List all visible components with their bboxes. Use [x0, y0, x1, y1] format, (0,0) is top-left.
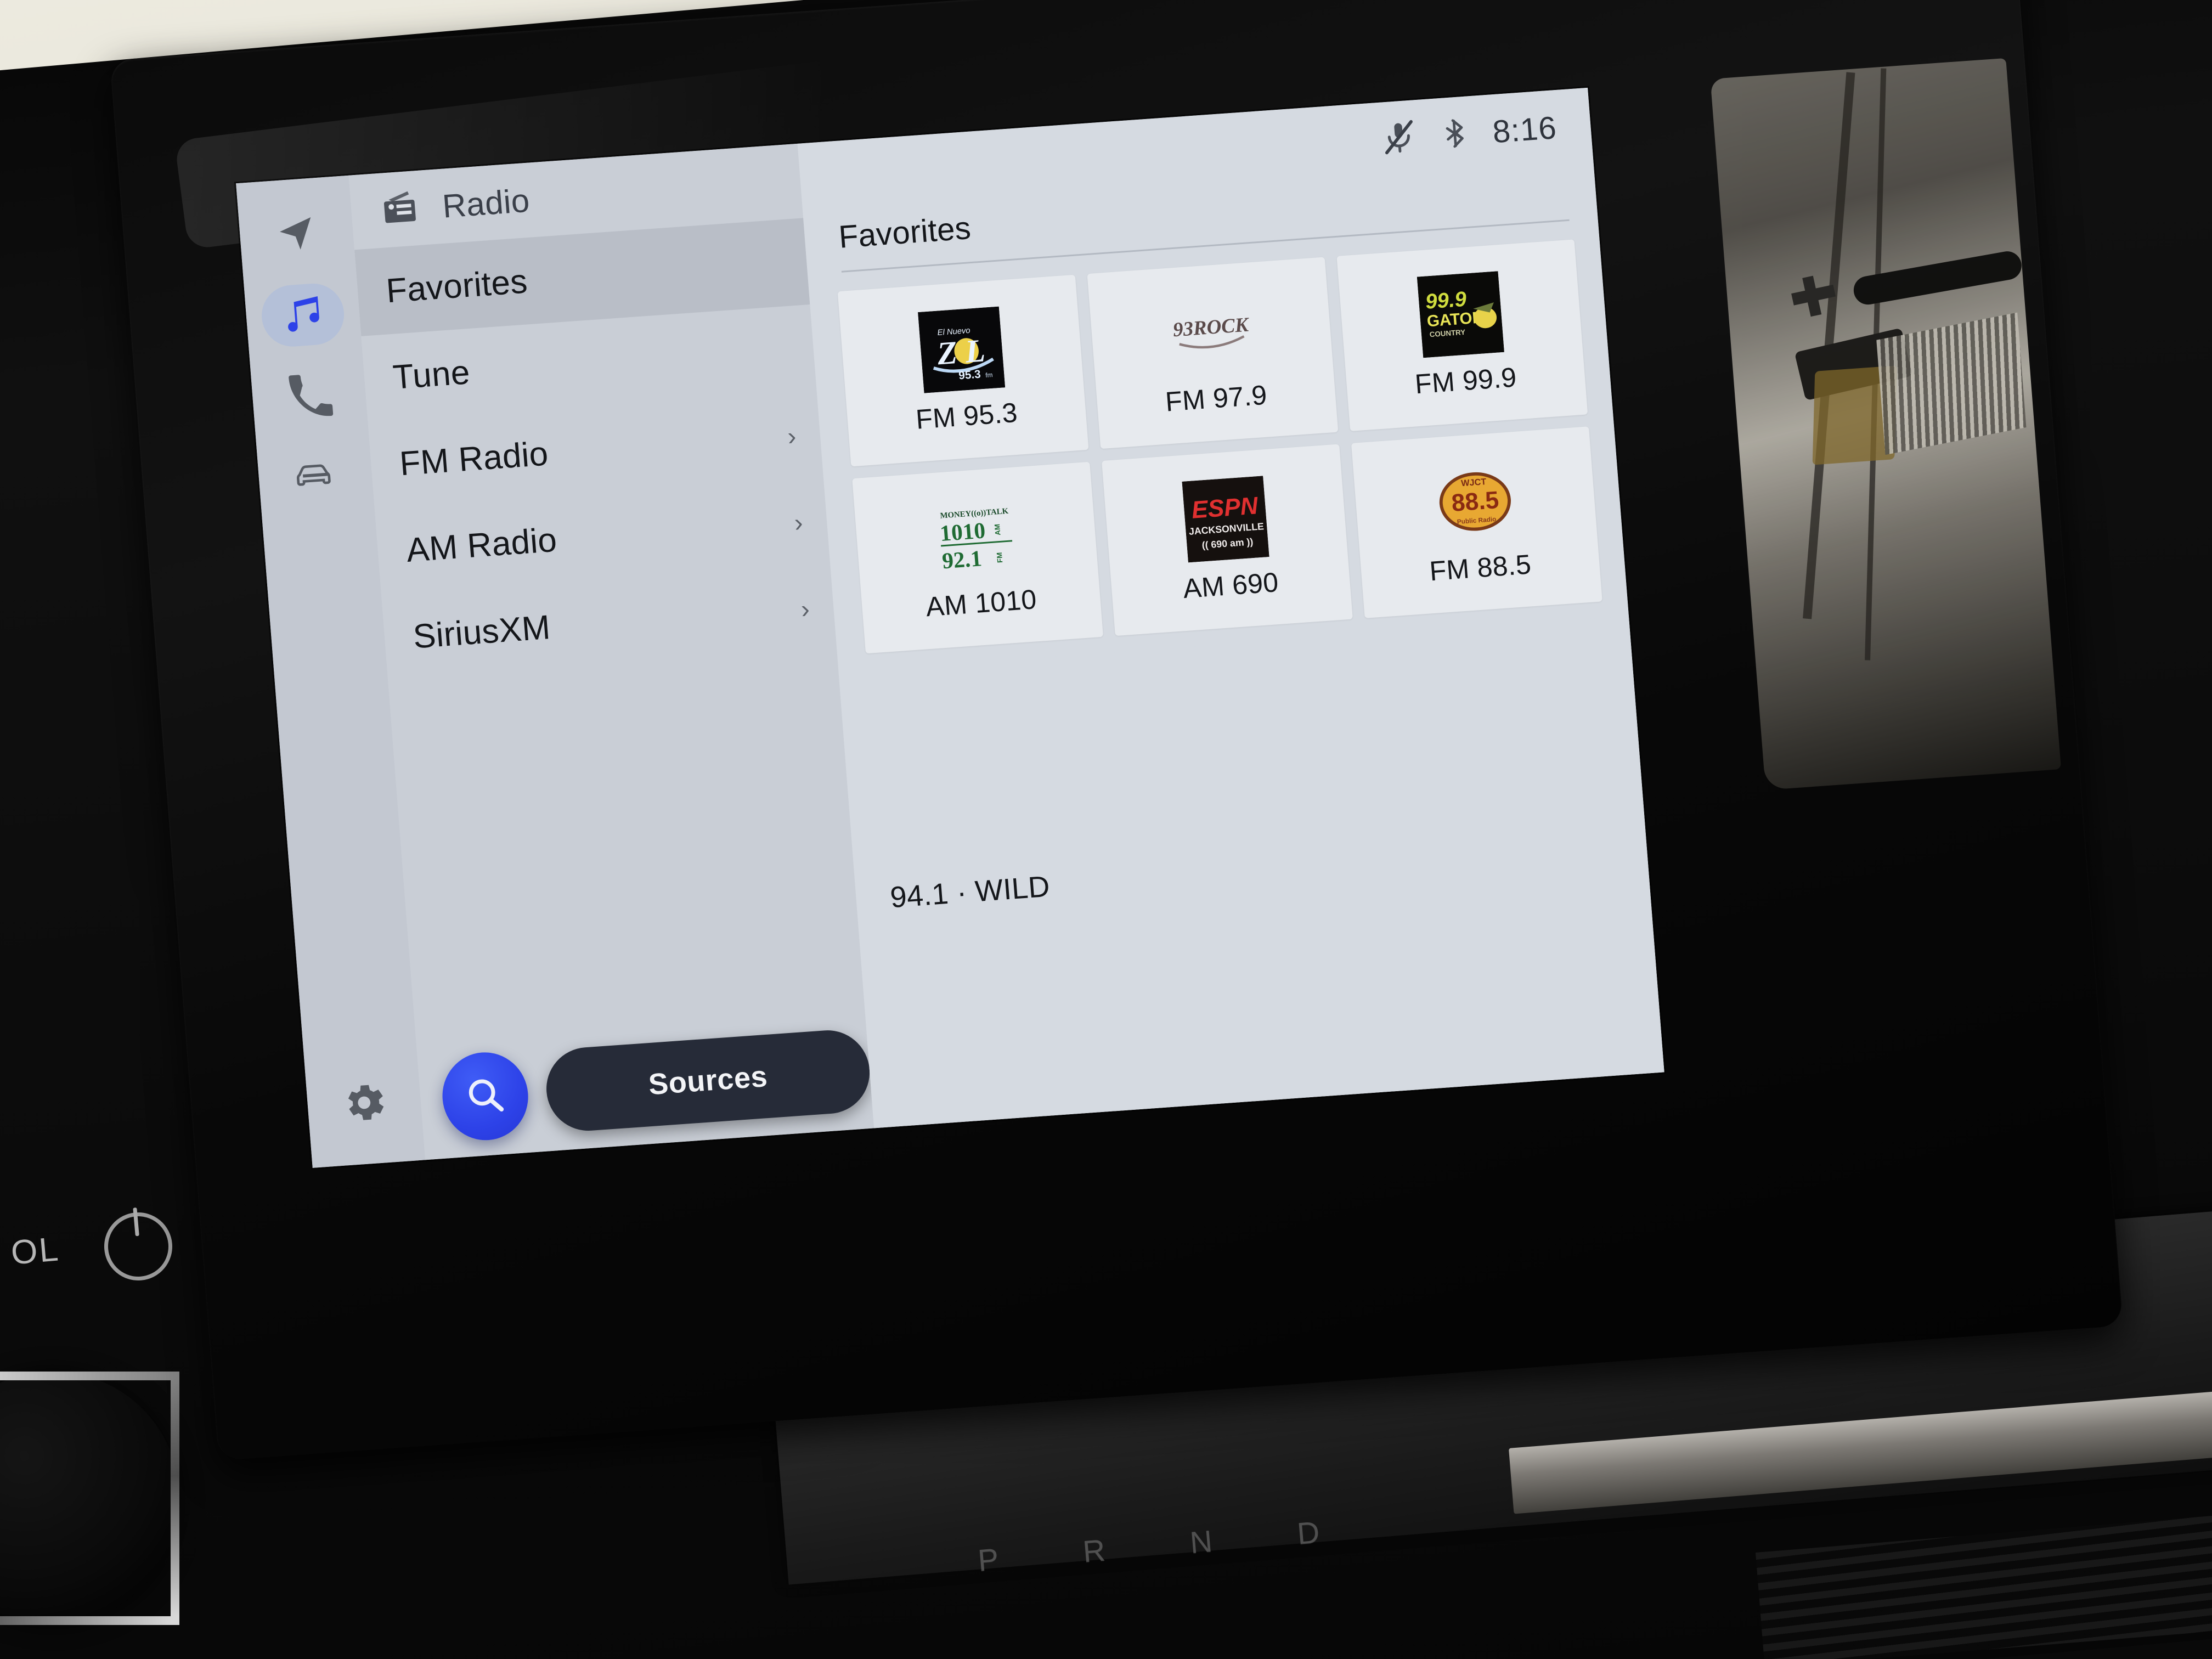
station-logo-wjct-88-5: WJCT 88.5 Public Radio: [1431, 458, 1519, 545]
preset-caption: FM 97.9: [1164, 379, 1268, 417]
preset-caption: FM 88.5: [1428, 549, 1532, 587]
gear-icon: [338, 1077, 391, 1128]
svg-text:WJCT: WJCT: [1461, 477, 1487, 488]
station-logo-el-nuevo-zol: El Nuevo Z L 95.3 fm: [918, 306, 1006, 393]
menu-item-label: Tune: [391, 353, 471, 397]
car-icon: [288, 448, 342, 501]
preset-tile-am-690[interactable]: ESPN JACKSONVILLE (( 690 am )) AM 690: [1102, 444, 1353, 636]
source-menu-list: Favorites Tune FM Radio › AM Radio › Sir…: [354, 218, 865, 1042]
svg-text:92.1: 92.1: [941, 545, 983, 573]
bluetooth-icon: [1438, 116, 1472, 153]
preset-tile-am-1010[interactable]: MONEY((o))TALK 1010 AM 92.1 FM AM 1010: [852, 461, 1103, 654]
source-menu-column: Radio Favorites Tune FM Radio › AM Radio…: [348, 143, 874, 1160]
radio-icon: [379, 188, 421, 230]
microphone-muted-icon: [1380, 118, 1419, 159]
sidebar-item-navigation[interactable]: [253, 202, 340, 269]
sources-button[interactable]: Sources: [543, 1027, 873, 1134]
chevron-right-icon: ›: [786, 421, 797, 451]
svg-text:95.3: 95.3: [958, 368, 981, 382]
preset-caption: FM 99.9: [1414, 362, 1518, 400]
preset-grid: El Nuevo Z L 95.3 fm FM 95.3 93ROCK FM 9…: [809, 238, 1628, 656]
content-panel: 8:16 Favorites El Nuevo Z L 95.3 fm FM 9…: [797, 87, 1664, 1128]
search-icon: [461, 1071, 509, 1121]
station-logo-money-talk-1010: MONEY((o))TALK 1010 AM 92.1 FM: [932, 493, 1020, 580]
sidebar-item-settings[interactable]: [321, 1069, 408, 1136]
sidebar-item-vehicle[interactable]: [272, 441, 359, 508]
svg-text:ESPN: ESPN: [1190, 492, 1259, 523]
music-note-icon: [277, 289, 329, 341]
now-playing-bar[interactable]: 94.1 · WILD: [838, 616, 1664, 1128]
station-logo-93-rock: 93ROCK: [1167, 289, 1255, 376]
sidebar-item-media[interactable]: [259, 281, 347, 349]
source-title: Radio: [441, 182, 531, 225]
svg-text:1010: 1010: [939, 517, 986, 546]
svg-text:88.5: 88.5: [1451, 487, 1500, 517]
menu-item-label: AM Radio: [405, 521, 558, 569]
head-unit: Radio Favorites Tune FM Radio › AM Radio…: [110, 0, 2124, 1461]
svg-text:fm: fm: [985, 371, 993, 379]
sidebar-item-phone[interactable]: [266, 362, 352, 428]
infotainment-screen[interactable]: Radio Favorites Tune FM Radio › AM Radio…: [236, 87, 1664, 1168]
search-button[interactable]: [439, 1049, 532, 1143]
station-logo-espn-jacksonville: ESPN JACKSONVILLE (( 690 am )): [1182, 476, 1269, 563]
preset-tile-fm-88-5[interactable]: WJCT 88.5 Public Radio FM 88.5: [1351, 426, 1602, 618]
bezel-reflection: [1710, 58, 2061, 791]
chevron-right-icon: ›: [800, 594, 811, 624]
preset-tile-fm-97-9[interactable]: 93ROCK FM 97.9: [1087, 257, 1339, 449]
photo-scene: P R N D OL Radio Favorites Tune FM Radio…: [0, 0, 2212, 1659]
phone-icon: [284, 370, 334, 420]
clock: 8:16: [1491, 109, 1558, 150]
chevron-right-icon: ›: [793, 507, 804, 537]
navigation-arrow-icon: [272, 211, 321, 260]
svg-text:AM: AM: [993, 524, 1002, 536]
svg-text:FM: FM: [995, 552, 1004, 563]
now-playing-label: 94.1 · WILD: [889, 870, 1051, 915]
preset-tile-fm-95-3[interactable]: El Nuevo Z L 95.3 fm FM 95.3: [837, 274, 1089, 467]
preset-caption: AM 1010: [924, 584, 1038, 623]
volume-label: OL: [9, 1230, 61, 1272]
station-logo-gator-country: 99.9 GATOR COUNTRY: [1417, 271, 1504, 358]
preset-tile-fm-99-9[interactable]: 99.9 GATOR COUNTRY FM 99.9: [1336, 239, 1588, 431]
preset-caption: FM 95.3: [915, 397, 1019, 435]
menu-item-label: FM Radio: [398, 434, 550, 483]
menu-item-label: Favorites: [385, 262, 529, 310]
preset-caption: AM 690: [1182, 566, 1280, 605]
menu-item-label: SiriusXM: [411, 608, 552, 656]
